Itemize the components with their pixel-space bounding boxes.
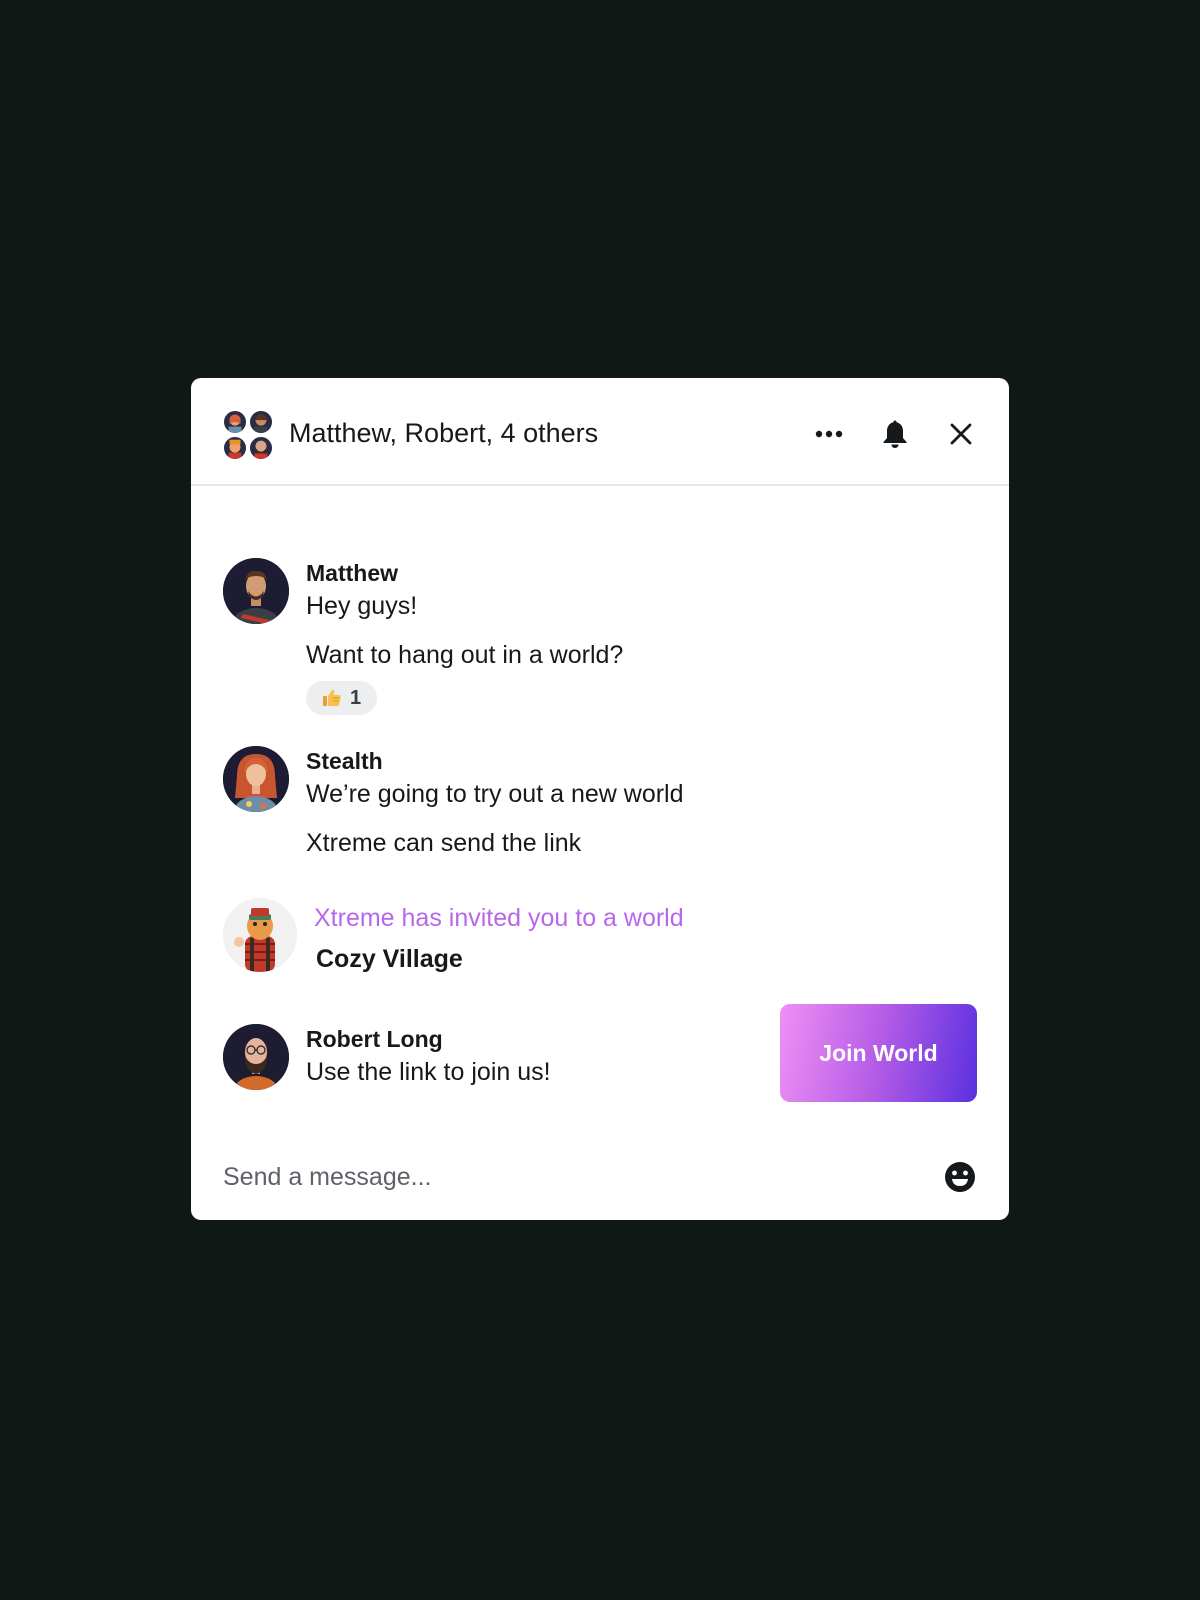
bell-icon — [883, 420, 907, 448]
member-avatar — [223, 436, 247, 460]
message-text: Xtreme can send the link — [306, 829, 582, 857]
message-text: We’re going to try out a new world — [306, 780, 684, 808]
chat-header: Matthew, Robert, 4 others — [191, 378, 1009, 486]
member-avatar — [249, 436, 273, 460]
avatar — [223, 558, 289, 624]
emoji-icon — [945, 1162, 975, 1192]
reaction-chip[interactable]: 1 — [306, 681, 378, 715]
notifications-button[interactable] — [875, 414, 915, 454]
message-composer — [191, 1138, 1009, 1220]
chat-title: Matthew, Robert, 4 others — [289, 418, 599, 448]
message-text: Hey guys! — [306, 592, 418, 620]
invite-text: Xtreme has invited you to a world — [314, 904, 684, 932]
sender-name: Stealth — [306, 748, 383, 774]
group-avatar — [223, 410, 273, 460]
message-input[interactable] — [223, 1152, 903, 1202]
close-button[interactable] — [941, 414, 981, 454]
more-icon — [815, 430, 843, 438]
member-avatar — [249, 410, 273, 434]
chat-window: Matthew, Robert, 4 others Matthew Hey gu… — [191, 378, 1009, 1220]
reaction-count: 1 — [350, 686, 362, 709]
thumbs-up-icon — [323, 689, 341, 706]
avatar — [223, 1024, 289, 1090]
avatar — [223, 746, 289, 812]
sender-name: Matthew — [306, 560, 398, 586]
sender-name: Robert Long — [306, 1026, 443, 1052]
message-text: Want to hang out in a world? — [306, 641, 624, 669]
world-name: Cozy Village — [316, 945, 463, 973]
close-icon — [950, 423, 972, 445]
emoji-button[interactable] — [943, 1160, 977, 1194]
more-options-button[interactable] — [809, 414, 849, 454]
message-text: Use the link to join us! — [306, 1058, 551, 1086]
avatar — [223, 898, 297, 972]
join-world-button[interactable]: Join World — [780, 1004, 977, 1102]
member-avatar — [223, 410, 247, 434]
